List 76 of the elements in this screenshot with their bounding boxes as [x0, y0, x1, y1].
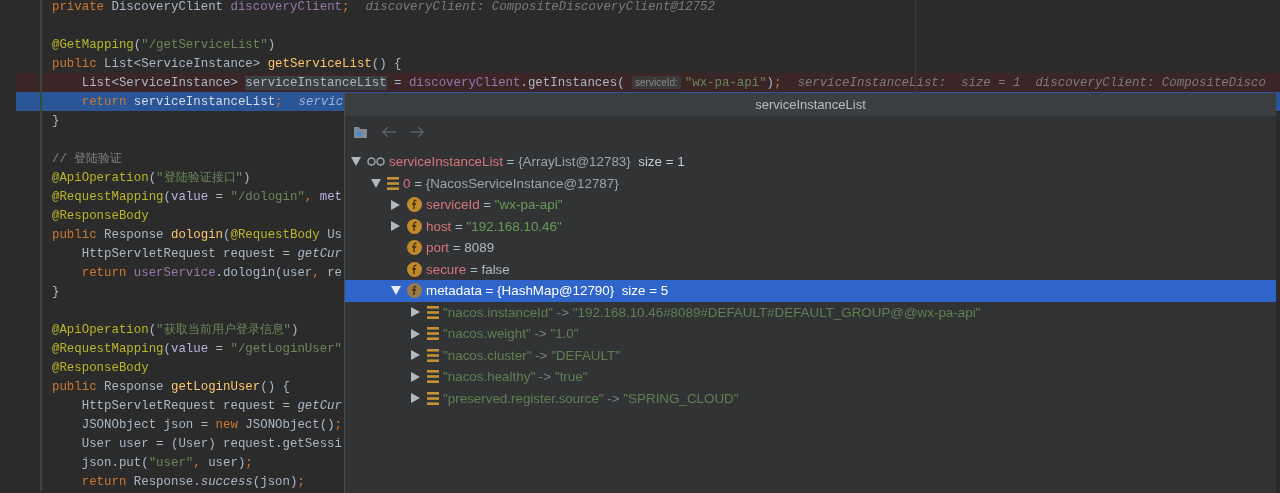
code-text: @ResponseBody [52, 208, 149, 223]
field-icon [407, 240, 422, 256]
tree-row[interactable]: "nacos.healthy" -> "true" [345, 366, 1276, 388]
inline-value-hint: servic [298, 94, 344, 109]
field-icon [407, 261, 422, 277]
tree-node-text: serviceId = "wx-pa-api" [426, 197, 563, 213]
code-text: public List<ServiceInstance> getServiceList() { [52, 56, 402, 71]
code-text: // 登陆验证 [52, 151, 123, 167]
code-text: List<ServiceInstance> serviceInstanceList = discoveryClient.getInstances( [80, 75, 626, 90]
collapsed-arrow-icon[interactable] [411, 328, 420, 339]
watch-icon [367, 157, 385, 167]
collapsed-arrow-icon[interactable] [391, 199, 400, 210]
tree-node-text: "nacos.instanceId" -> "192.168.10.46#8089#DEFAULT#DEFAULT_GROUP@@wx-pa-api" [443, 304, 981, 320]
tree-node-text: "nacos.weight" -> "1.0" [443, 326, 579, 342]
code-text: JSONObject json = new JSONObject(); [80, 417, 342, 432]
tree-node-text: "nacos.healthy" -> "true" [443, 369, 588, 385]
code-text: return serviceInstanceList; [80, 94, 283, 109]
field-icon [407, 283, 422, 299]
list-icon [427, 327, 439, 341]
folder-icon[interactable] [353, 125, 369, 139]
code-text: private DiscoveryClient discoveryClient; [52, 0, 350, 14]
tree-row[interactable]: host = "192.168.10.46" [345, 215, 1276, 237]
tree-node-text: "preserved.register.source" -> "SPRING_CLOUD" [443, 390, 739, 406]
tree-row[interactable]: serviceId = "wx-pa-api" [345, 194, 1276, 216]
tree-row[interactable]: "nacos.instanceId" -> "192.168.10.46#8089#DEFAULT#DEFAULT_GROUP@@wx-pa-api" [345, 301, 1276, 323]
expanded-arrow-icon[interactable] [351, 157, 361, 167]
tree-row[interactable]: 0 = {NacosServiceInstance@12787} [345, 172, 1276, 194]
tree-row[interactable]: "preserved.register.source" -> "SPRING_CLOUD" [345, 387, 1276, 409]
tree-row[interactable]: serviceInstanceList = {ArrayList@12783} size = 1 [345, 151, 1276, 173]
code-text: @RequestMapping(value = "/dologin", met [52, 189, 343, 204]
list-icon [427, 370, 439, 384]
code-text: @GetMapping("/getServiceList") [52, 37, 276, 52]
parameter-hint: serviceId: [632, 76, 681, 89]
list-icon [387, 176, 399, 190]
tree-node-text: 0 = {NacosServiceInstance@12787} [403, 175, 619, 191]
collapsed-arrow-icon[interactable] [411, 350, 420, 361]
tree-node-text: serviceInstanceList = {ArrayList@12783} size = 1 [389, 154, 685, 170]
tree-node-text: secure = false [426, 261, 510, 277]
inline-value-hint: discoveryClient: CompositeDiscoveryClient@12752 [365, 0, 715, 14]
code-text: @ResponseBody [52, 360, 149, 375]
code-text: } [52, 113, 60, 128]
code-text: User user = (User) request.getSessi [80, 436, 342, 451]
list-icon [427, 391, 439, 405]
tree-node-text: metadata = {HashMap@12790} size = 5 [426, 283, 669, 299]
code-text: @ApiOperation("获取当前用户登录信息") [52, 322, 299, 338]
tree-row[interactable]: port = 8089 [345, 237, 1276, 259]
code-text: public Response getLoginUser() { [52, 379, 290, 394]
code-text: return userService.dologin(user, re [80, 265, 342, 280]
field-icon [407, 197, 422, 213]
collapsed-arrow-icon[interactable] [391, 221, 400, 232]
tree-row[interactable]: secure = false [345, 258, 1276, 280]
code-text: "wx-pa-api"); [684, 75, 782, 90]
code-text: HttpServletRequest request = getCur [80, 246, 342, 261]
list-icon [427, 305, 439, 319]
code-text: public Response dologin(@RequestBody Us [52, 227, 343, 242]
field-icon [407, 218, 422, 234]
inline-value-hint: serviceInstanceList: size = 1 discoveryClient: CompositeDisco [797, 75, 1266, 90]
code-text: @ApiOperation("登陆验证接口") [52, 170, 251, 186]
code-text: } [52, 284, 60, 299]
tree-node-text: host = "192.168.10.46" [426, 218, 562, 234]
tree-row[interactable]: "nacos.cluster" -> "DEFAULT" [345, 344, 1276, 366]
collapsed-arrow-icon[interactable] [411, 307, 420, 318]
code-text: HttpServletRequest request = getCur [80, 398, 342, 413]
expanded-arrow-icon[interactable] [391, 286, 401, 296]
code-text: json.put("user", user); [80, 455, 253, 470]
expanded-arrow-icon[interactable] [371, 178, 381, 188]
tree-row[interactable]: metadata = {HashMap@12790} size = 5 [345, 280, 1276, 302]
collapsed-arrow-icon[interactable] [411, 371, 420, 382]
tree-row[interactable]: "nacos.weight" -> "1.0" [345, 323, 1276, 345]
popup-title: serviceInstanceList [345, 93, 1276, 116]
tree-node-text: "nacos.cluster" -> "DEFAULT" [443, 347, 620, 363]
list-icon [427, 348, 439, 362]
tree-node-text: port = 8089 [426, 240, 495, 256]
code-text: @RequestMapping(value = "/getLoginUser" [52, 341, 343, 356]
collapsed-arrow-icon[interactable] [411, 393, 420, 404]
code-text: return Response.success(json); [80, 474, 305, 489]
